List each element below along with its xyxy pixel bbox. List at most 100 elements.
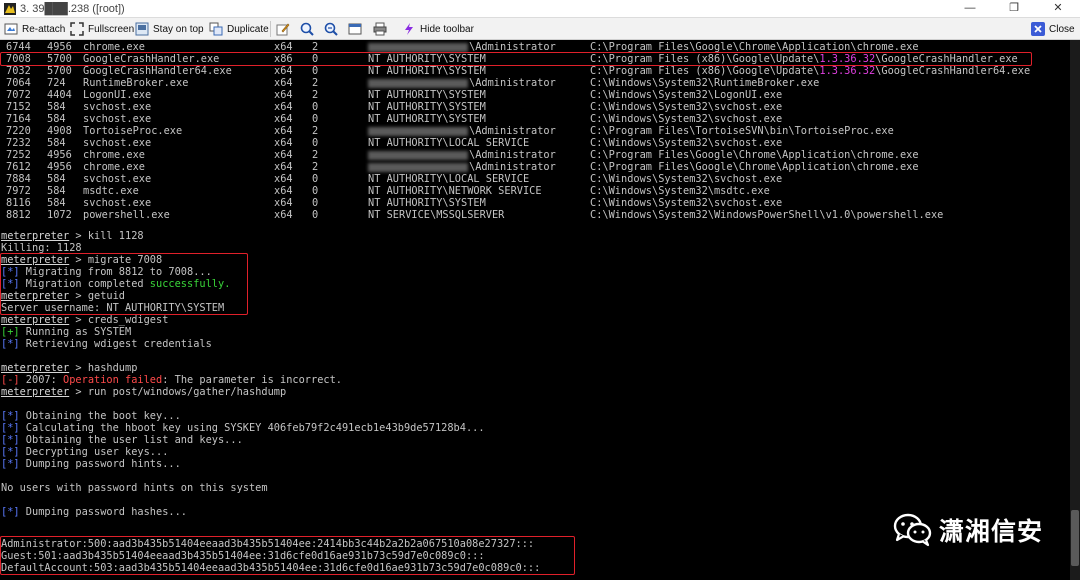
console-line: [*] Obtaining the boot key... — [1, 410, 181, 422]
toolbar-separator — [270, 21, 271, 37]
process-arch: x64 — [274, 149, 293, 161]
view-button[interactable] — [348, 18, 366, 40]
process-path: C:\Program Files\TortoiseSVN\bin\Tortois… — [590, 125, 894, 137]
process-ppid: 4908 — [47, 125, 72, 137]
process-name: svchost.exe — [83, 197, 152, 209]
watermark: 潇湘信安 — [893, 512, 1043, 548]
process-user: NT SERVICE\MSSQLSERVER — [368, 209, 505, 221]
console-line: [*] Calculating the hboot key using SYSK… — [1, 422, 485, 434]
process-ppid: 4956 — [47, 149, 72, 161]
hide-toolbar-button[interactable]: Hide toolbar — [402, 18, 474, 40]
console-line: [*] Dumping password hashes... — [1, 506, 187, 518]
process-user: NT AUTHORITY\LOCAL SERVICE — [368, 173, 530, 185]
process-arch: x64 — [274, 77, 293, 89]
toolbar: Re-attach Fullscreen Stay on top Duplica… — [0, 18, 1080, 40]
process-name: svchost.exe — [83, 101, 152, 113]
duplicate-button[interactable]: Duplicate — [209, 18, 269, 40]
process-name: svchost.exe — [83, 173, 152, 185]
process-session: 0 — [312, 185, 319, 197]
process-session: 2 — [312, 89, 319, 101]
process-name: RuntimeBroker.exe — [83, 77, 189, 89]
process-pid: 7220 — [6, 125, 31, 137]
minimize-button[interactable]: — — [948, 0, 992, 18]
process-session: 0 — [312, 101, 319, 113]
process-name: chrome.exe — [83, 161, 145, 173]
process-arch: x64 — [274, 185, 293, 197]
process-path: C:\Windows\System32\WindowsPowerShell\v1… — [590, 209, 944, 221]
console-line: meterpreter > hashdump — [1, 362, 138, 374]
console-line: meterpreter > kill 1128 — [1, 230, 144, 242]
process-ppid: 584 — [47, 197, 66, 209]
process-arch: x64 — [274, 161, 293, 173]
maximize-button[interactable]: ❐ — [992, 0, 1036, 18]
process-pid: 7972 — [6, 185, 31, 197]
watermark-text: 潇湘信安 — [939, 517, 1044, 546]
process-path: C:\Windows\System32\svchost.exe — [590, 113, 783, 125]
scrollbar-thumb[interactable] — [1071, 510, 1079, 566]
app-icon — [4, 3, 16, 15]
process-pid: 7152 — [6, 101, 31, 113]
process-path: C:\Windows\System32\svchost.exe — [590, 197, 783, 209]
process-ppid: 584 — [47, 173, 66, 185]
process-ppid: 584 — [47, 101, 66, 113]
process-user: NT AUTHORITY\SYSTEM — [368, 101, 486, 113]
process-ppid: 584 — [47, 113, 66, 125]
zoom-out-button[interactable] — [324, 18, 342, 40]
highlight-box-hashes — [0, 536, 575, 575]
duplicate-icon — [209, 22, 223, 36]
terminal-scrollbar[interactable] — [1070, 40, 1080, 580]
process-arch: x64 — [274, 65, 293, 77]
process-user: NT AUTHORITY\SYSTEM — [368, 197, 486, 209]
console-line: [+] Running as SYSTEM — [1, 326, 132, 338]
process-arch: x64 — [274, 173, 293, 185]
process-name: TortoiseProc.exe — [83, 125, 183, 137]
process-pid: 7072 — [6, 89, 31, 101]
console-line: [*] Obtaining the user list and keys... — [1, 434, 243, 446]
process-name: LogonUI.exe — [83, 89, 152, 101]
process-session: 0 — [312, 137, 319, 149]
process-pid: 8116 — [6, 197, 31, 209]
process-name: svchost.exe — [83, 113, 152, 125]
process-pid: 7612 — [6, 161, 31, 173]
process-name: msdtc.exe — [83, 185, 139, 197]
redacted-hostname — [368, 126, 468, 136]
console-line: [*] Dumping password hints... — [1, 458, 181, 470]
fullscreen-button[interactable]: Fullscreen — [70, 18, 134, 40]
process-path: C:\Windows\System32\svchost.exe — [590, 137, 783, 149]
wechat-icon — [893, 513, 932, 547]
process-user: \Administrator — [368, 125, 556, 137]
process-arch: x64 — [274, 197, 293, 209]
process-session: 2 — [312, 77, 319, 89]
edit-tool-button[interactable] — [276, 18, 294, 40]
process-session: 0 — [312, 197, 319, 209]
process-name: chrome.exe — [83, 149, 145, 161]
process-ppid: 5700 — [47, 65, 72, 77]
process-pid: 7164 — [6, 113, 31, 125]
zoom-in-button[interactable] — [300, 18, 318, 40]
process-arch: x64 — [274, 209, 293, 221]
close-button[interactable]: Close — [1031, 18, 1075, 40]
process-path: C:\Windows\System32\msdtc.exe — [590, 185, 770, 197]
process-arch: x64 — [274, 137, 293, 149]
process-session: 0 — [312, 209, 319, 221]
process-pid: 7064 — [6, 77, 31, 89]
process-session: 0 — [312, 65, 319, 77]
print-button[interactable] — [373, 18, 391, 40]
console-line: No users with password hints on this sys… — [1, 482, 268, 494]
process-session: 2 — [312, 161, 319, 173]
close-icon — [1031, 22, 1045, 36]
window-close-button[interactable]: ✕ — [1036, 0, 1080, 18]
reattach-button[interactable]: Re-attach — [4, 18, 65, 40]
redacted-hostname — [368, 162, 468, 172]
terminal-output[interactable]: 6744 4956 chrome.exe x64 2 \Administrator C:\P… — [0, 40, 1070, 580]
process-ppid: 584 — [47, 137, 66, 149]
process-pid: 7884 — [6, 173, 31, 185]
redacted-hostname — [368, 42, 468, 52]
process-user: \Administrator — [368, 149, 556, 161]
process-user: \Administrator — [368, 77, 556, 89]
stay-on-top-button[interactable]: Stay on top — [135, 18, 204, 40]
process-user: NT AUTHORITY\SYSTEM — [368, 89, 486, 101]
lightning-icon — [405, 23, 413, 35]
console-line: [*] Decrypting user keys... — [1, 446, 169, 458]
reattach-icon — [4, 23, 18, 35]
